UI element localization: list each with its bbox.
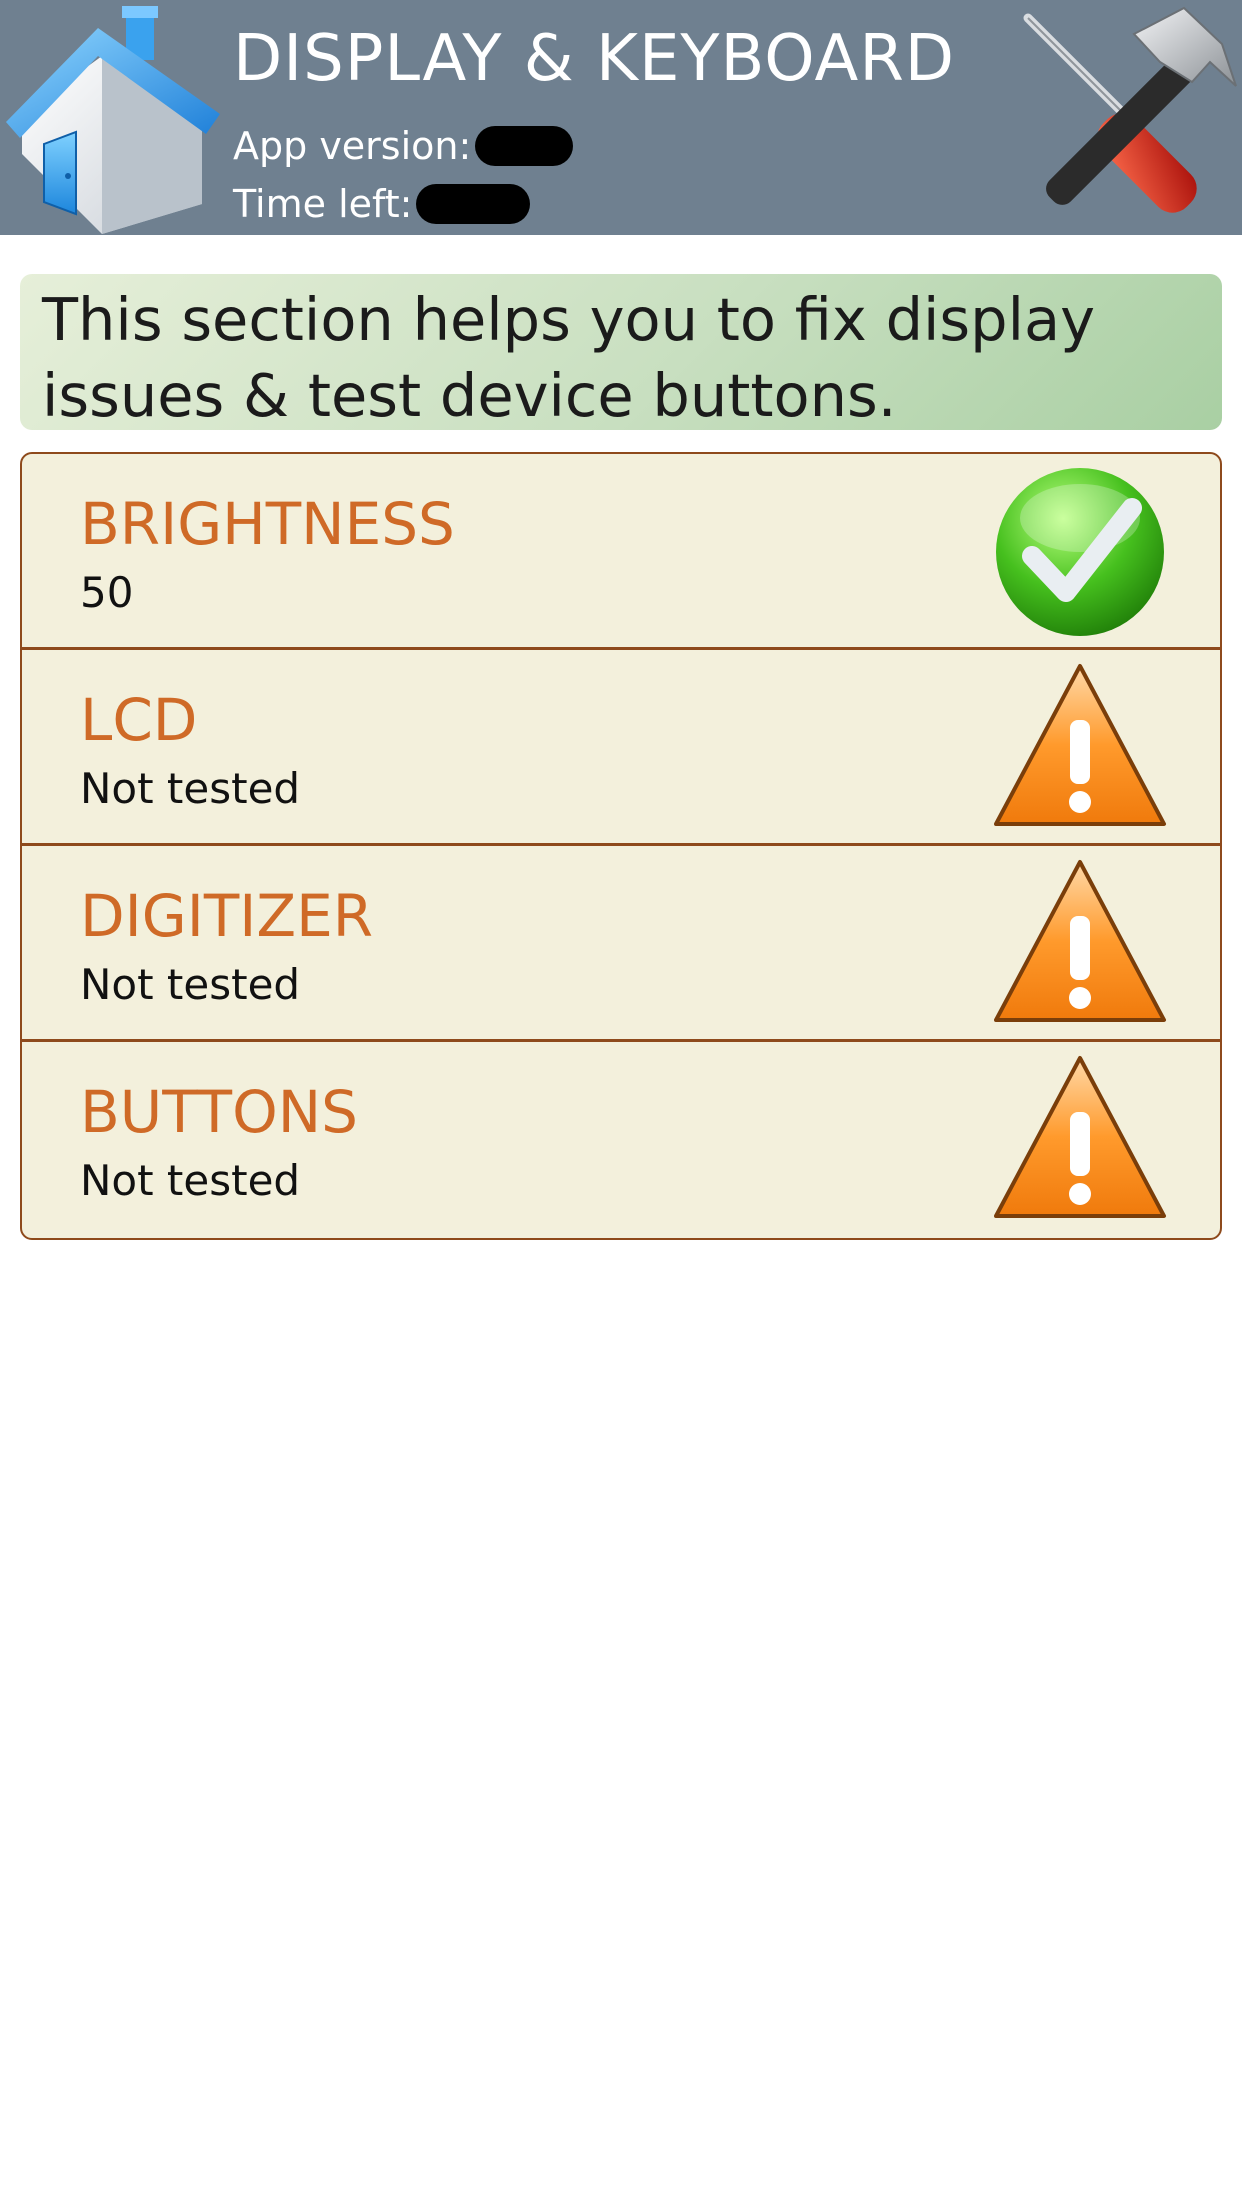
page-title: DISPLAY & KEYBOARD	[233, 22, 956, 96]
check-icon	[996, 468, 1164, 636]
home-icon[interactable]	[6, 4, 220, 236]
test-status: Not tested	[80, 960, 301, 1009]
tools-icon	[1023, 6, 1237, 213]
app-version-line: App version:	[233, 124, 574, 168]
test-name: LCD	[80, 686, 198, 754]
test-name: BRIGHTNESS	[80, 490, 455, 558]
test-list: BRIGHTNESS 50 LCD Not tested DIGITIZER N…	[20, 452, 1222, 1240]
time-left-label: Time left:	[233, 182, 413, 226]
test-row-digitizer[interactable]: DIGITIZER Not tested	[22, 846, 1220, 1042]
test-name: BUTTONS	[80, 1078, 358, 1146]
time-left-line: Time left:	[233, 182, 531, 226]
test-status: 50	[80, 568, 134, 617]
app-version-redacted	[475, 126, 574, 166]
warning-icon	[994, 860, 1166, 1022]
test-status: Not tested	[80, 764, 301, 813]
warning-icon	[994, 1056, 1166, 1218]
test-row-buttons[interactable]: BUTTONS Not tested	[22, 1042, 1220, 1238]
test-row-brightness[interactable]: BRIGHTNESS 50	[22, 454, 1220, 650]
test-row-lcd[interactable]: LCD Not tested	[22, 650, 1220, 846]
warning-icon	[994, 664, 1166, 826]
time-left-redacted	[416, 184, 531, 224]
header-bar: DISPLAY & KEYBOARD App version: Time lef…	[0, 0, 1242, 235]
test-status: Not tested	[80, 1156, 301, 1205]
info-banner: This section helps you to fix display is…	[20, 274, 1222, 430]
test-name: DIGITIZER	[80, 882, 374, 950]
app-version-label: App version:	[233, 124, 472, 168]
